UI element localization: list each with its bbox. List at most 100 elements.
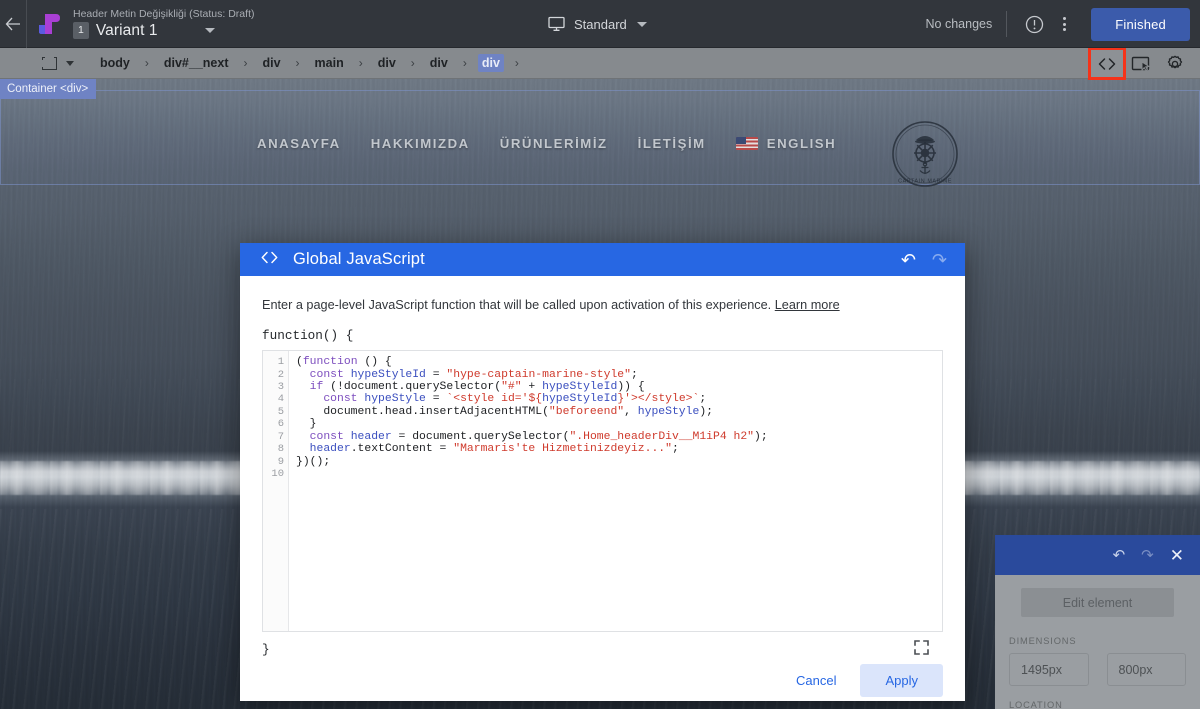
dimensions-row: 1495px 800px: [1009, 653, 1186, 686]
dialog-title: Global JavaScript: [293, 250, 425, 269]
language-label: ENGLISH: [766, 135, 837, 151]
breadcrumb-item-main[interactable]: main: [311, 54, 348, 72]
alert-button[interactable]: [1019, 9, 1049, 39]
device-chevron-down-icon[interactable]: [636, 21, 647, 27]
dialog-description-text: Enter a page-level JavaScript function t…: [262, 298, 772, 313]
breadcrumb-item-div-3[interactable]: div: [426, 54, 452, 72]
location-label: LOCATION: [1009, 700, 1063, 709]
breadcrumb-separator: ›: [462, 56, 467, 70]
code-gutter-line-numbers: 1 2 3 4 5 6 7 8 9 10: [263, 351, 289, 632]
experiment-title-block: Header Metin Değişikliği (Status: Draft)…: [71, 0, 254, 48]
line-number: 10: [271, 467, 284, 480]
monitor-icon: [548, 16, 565, 31]
breadcrumb-separator: ›: [144, 56, 149, 70]
line-number: 8: [277, 443, 284, 456]
apply-button[interactable]: Apply: [860, 663, 943, 697]
select-tool-chevron-down-icon[interactable]: [66, 60, 74, 66]
breadcrumb-item-div-selected[interactable]: div: [477, 54, 504, 72]
function-signature-close-row: }: [262, 640, 943, 659]
dialog-redo-button[interactable]: ↷: [932, 251, 947, 269]
finished-button[interactable]: Finished: [1091, 7, 1190, 41]
settings-button[interactable]: [1158, 49, 1192, 78]
dialog-body: Enter a page-level JavaScript function t…: [240, 276, 965, 659]
line-number: 3: [277, 381, 284, 394]
breadcrumb-separator: ›: [514, 56, 519, 70]
panel-header: ↶ ↷ ✕: [995, 535, 1200, 575]
arrow-left-icon: [5, 17, 20, 30]
editor-root: Container <div> ANASAYFA HAKKIMIZDA ÜRÜN…: [0, 0, 1200, 709]
site-navigation: ANASAYFA HAKKIMIZDA ÜRÜNLERİMİZ İLETİŞİM…: [0, 111, 1200, 187]
kebab-menu-icon: [1062, 17, 1066, 31]
breadcrumb-separator: ›: [410, 56, 415, 70]
panel-undo-button[interactable]: ↶: [1113, 548, 1126, 563]
code-line: document.head.insertAdjacentHTML("before…: [296, 405, 713, 418]
dialog-description: Enter a page-level JavaScript function t…: [262, 296, 943, 314]
breadcrumb-item-body[interactable]: body: [96, 54, 134, 72]
code-line: if (!document.querySelector("#" + hypeSt…: [309, 381, 645, 394]
device-mode-selector[interactable]: Standard: [548, 0, 647, 48]
site-nav-link-hakkimizda[interactable]: HAKKIMIZDA: [371, 136, 470, 151]
device-mode-label: Standard: [574, 16, 627, 32]
element-select-tool[interactable]: [41, 55, 74, 70]
code-editor-content[interactable]: (function () { const hypeStyleId = "hype…: [289, 351, 942, 631]
panel-redo-button[interactable]: ↷: [1141, 548, 1154, 563]
breadcrumb-item-div-1[interactable]: div: [258, 54, 284, 72]
site-nav-link-urunlerimiz[interactable]: ÜRÜNLERİMİZ: [500, 136, 608, 151]
line-number: 2: [277, 368, 284, 381]
line-number: 7: [277, 430, 284, 443]
learn-more-link[interactable]: Learn more: [775, 298, 840, 312]
code-line: }: [296, 418, 317, 431]
breadcrumb-separator: ›: [358, 56, 363, 70]
code-line: const hypeStyle = `<style id='${hypeStyl…: [323, 393, 707, 406]
breadcrumb-item-div-2[interactable]: div: [374, 54, 400, 72]
fullscreen-expand-icon[interactable]: [914, 640, 929, 659]
javascript-code-editor[interactable]: 1 2 3 4 5 6 7 8 9 10 (function () { const hypeSty…: [262, 350, 943, 633]
line-number: 4: [277, 393, 284, 406]
code-line: const hypeStyleId = "hype-captain-marine…: [309, 368, 638, 381]
function-signature-open: function() {: [262, 328, 354, 344]
dimensions-label: DIMENSIONS: [1009, 636, 1077, 646]
dialog-header: Global JavaScript ↶ ↷: [240, 243, 965, 277]
overflow-menu-button[interactable]: [1049, 9, 1079, 39]
code-line: })();: [296, 455, 331, 468]
site-nav-links: ANASAYFA HAKKIMIZDA ÜRÜNLERİMİZ İLETİŞİM…: [257, 136, 836, 151]
back-button[interactable]: [0, 0, 27, 48]
select-element-button[interactable]: [1124, 49, 1158, 78]
cancel-button[interactable]: Cancel: [780, 664, 852, 697]
variant-number-badge: 1: [73, 22, 89, 39]
top-bar-actions: No changes Finished: [926, 0, 1190, 48]
toolbar-divider: [1006, 11, 1008, 37]
changes-status: No changes: [925, 17, 993, 31]
global-javascript-button[interactable]: [1088, 47, 1126, 80]
variant-selector[interactable]: 1 Variant 1: [73, 22, 254, 40]
experiment-name: Header Metin Değişikliği (Status: Draft): [73, 7, 255, 20]
panel-body: Edit element DIMENSIONS 1495px 800px LOC…: [995, 575, 1200, 709]
line-number: 6: [277, 418, 284, 431]
line-number: 1: [277, 356, 284, 369]
global-javascript-dialog: Global JavaScript ↶ ↷ Enter a page-level…: [240, 243, 965, 701]
breadcrumb: body › div#__next › div › main › div › d…: [96, 54, 530, 72]
us-flag-icon: [735, 136, 758, 150]
edit-element-button[interactable]: Edit element: [1021, 588, 1174, 617]
height-input[interactable]: 800px: [1106, 653, 1186, 686]
chevron-down-icon[interactable]: [204, 28, 215, 33]
captain-marine-logo-icon[interactable]: CAPTAIN MARINE: [890, 119, 960, 189]
panel-close-button[interactable]: ✕: [1170, 547, 1184, 564]
code-brackets-icon: [260, 251, 279, 269]
dialog-undo-button[interactable]: ↶: [901, 251, 916, 269]
editor-top-bar: Header Metin Değişikliği (Status: Draft)…: [0, 0, 1200, 48]
breadcrumb-separator: ›: [243, 56, 248, 70]
code-line: (function () {: [296, 356, 392, 369]
width-input[interactable]: 1495px: [1009, 653, 1089, 686]
screen-cursor-icon: [1131, 56, 1151, 72]
breadcrumb-item-div-next[interactable]: div#__next: [160, 54, 233, 72]
function-signature-close: }: [262, 642, 270, 658]
element-breadcrumb-bar: body › div#__next › div › main › div › d…: [0, 47, 1200, 80]
site-nav-link-anasayfa[interactable]: ANASAYFA: [257, 136, 341, 151]
line-number: 9: [277, 455, 284, 468]
site-nav-link-iletisim[interactable]: İLETİŞİM: [638, 136, 706, 151]
optimizely-logo-icon: [27, 0, 71, 48]
selected-element-tooltip: Container <div>: [0, 79, 97, 99]
language-switcher[interactable]: ENGLISH: [735, 135, 837, 151]
